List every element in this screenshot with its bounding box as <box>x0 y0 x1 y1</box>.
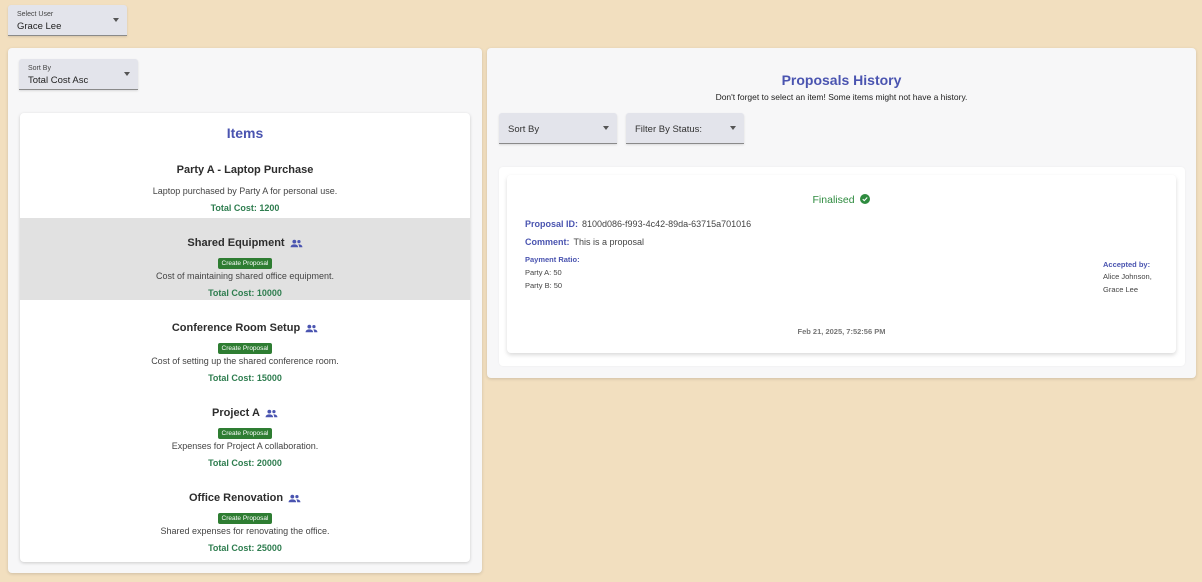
proposal-comment: Comment: This is a proposal <box>525 237 644 247</box>
proposal-status: Finalised <box>507 194 1176 206</box>
list-item[interactable]: Office Renovation Create Proposal Shared… <box>20 473 470 555</box>
list-item[interactable]: Party A - Laptop Purchase Laptop purchas… <box>20 147 470 215</box>
people-icon <box>305 324 318 332</box>
history-subtitle: Don't forget to select an item! Some ite… <box>715 92 968 102</box>
item-name: Party A - Laptop Purchase <box>176 164 314 176</box>
history-sort-placeholder: Sort By <box>508 124 540 135</box>
payment-ratio: Payment Ratio: Party A: 50 Party B: 50 <box>525 255 580 292</box>
create-proposal-button[interactable]: Create Proposal <box>217 343 273 354</box>
proposal-id-label: Proposal ID: <box>525 219 579 229</box>
item-description: Shared expenses for renovating the offic… <box>160 526 330 536</box>
item-total-cost: Total Cost: 15000 <box>208 373 282 383</box>
items-panel: Sort By Total Cost Asc Items Party A - L… <box>8 48 482 573</box>
proposal-list: Finalised Proposal ID: 8100d086-f993-4c42… <box>499 167 1185 366</box>
item-total-cost: Total Cost: 10000 <box>208 288 282 298</box>
comment-value: This is a proposal <box>573 237 645 247</box>
item-name: Office Renovation <box>189 492 301 504</box>
chevron-down-icon <box>730 126 736 130</box>
accepted-by-label: Accepted by: <box>1103 260 1151 269</box>
accepted-by-user: Alice Johnson, <box>1103 272 1152 281</box>
list-item[interactable]: Conference Room Setup Create Proposal Co… <box>20 303 470 385</box>
sort-select[interactable]: Sort By Total Cost Asc <box>19 59 138 90</box>
proposals-history-panel: Proposals History Don't forget to select… <box>487 48 1196 378</box>
accepted-by-user: Grace Lee <box>1103 285 1139 294</box>
history-sort-select[interactable]: Sort By <box>499 113 617 144</box>
item-total-cost: Total Cost: 20000 <box>208 458 282 468</box>
item-description: Laptop purchased by Party A for personal… <box>152 186 338 196</box>
items-list-card: Items Party A - Laptop Purchase Laptop p… <box>20 113 470 562</box>
check-circle-icon <box>860 194 871 204</box>
chevron-down-icon <box>124 72 130 76</box>
item-total-cost: Total Cost: 1200 <box>210 203 280 213</box>
payment-ratio-label: Payment Ratio: <box>525 255 580 264</box>
create-proposal-button[interactable]: Create Proposal <box>217 513 273 524</box>
item-description: Expenses for Project A collaboration. <box>171 441 319 451</box>
proposal-timestamp: Feb 21, 2025, 7:52:56 PM <box>797 327 886 336</box>
item-total-cost: Total Cost: 25000 <box>208 543 282 553</box>
payment-ratio-b: Party B: 50 <box>525 281 563 290</box>
people-icon <box>265 409 278 417</box>
people-icon <box>290 239 303 247</box>
item-description: Cost of maintaining shared office equipm… <box>156 271 334 281</box>
items-title: Items <box>226 125 264 141</box>
proposal-id-value: 8100d086-f993-4c42-89da-63715a701016 <box>582 219 752 229</box>
list-item[interactable]: Shared Equipment Create Proposal Cost of… <box>20 218 470 300</box>
user-select[interactable]: Select User Grace Lee <box>8 5 127 36</box>
item-description: Cost of setting up the shared conference… <box>151 356 339 366</box>
sort-select-value: Total Cost Asc <box>28 75 89 86</box>
chevron-down-icon <box>113 18 119 22</box>
comment-label: Comment: <box>525 237 570 247</box>
list-item[interactable]: Project A Create Proposal Expenses for P… <box>20 388 470 470</box>
accepted-by: Accepted by: Alice Johnson, Grace Lee <box>1103 260 1152 296</box>
status-filter-placeholder: Filter By Status: <box>635 124 703 135</box>
proposal-card[interactable]: Finalised Proposal ID: 8100d086-f993-4c42… <box>507 175 1176 353</box>
chevron-down-icon <box>603 126 609 130</box>
history-title: Proposals History <box>781 72 902 88</box>
item-name: Project A <box>212 407 278 419</box>
status-filter-select[interactable]: Filter By Status: <box>626 113 744 144</box>
payment-ratio-a: Party A: 50 <box>525 268 562 277</box>
proposal-id: Proposal ID: 8100d086-f993-4c42-89da-6371… <box>525 219 751 229</box>
user-select-label: Select User <box>17 11 54 18</box>
user-select-value: Grace Lee <box>17 21 62 32</box>
create-proposal-button[interactable]: Create Proposal <box>217 428 273 439</box>
create-proposal-button[interactable]: Create Proposal <box>217 258 273 269</box>
item-name: Conference Room Setup <box>172 322 318 334</box>
people-icon <box>288 494 301 502</box>
sort-select-label: Sort By <box>28 65 51 72</box>
item-name: Shared Equipment <box>187 237 303 249</box>
